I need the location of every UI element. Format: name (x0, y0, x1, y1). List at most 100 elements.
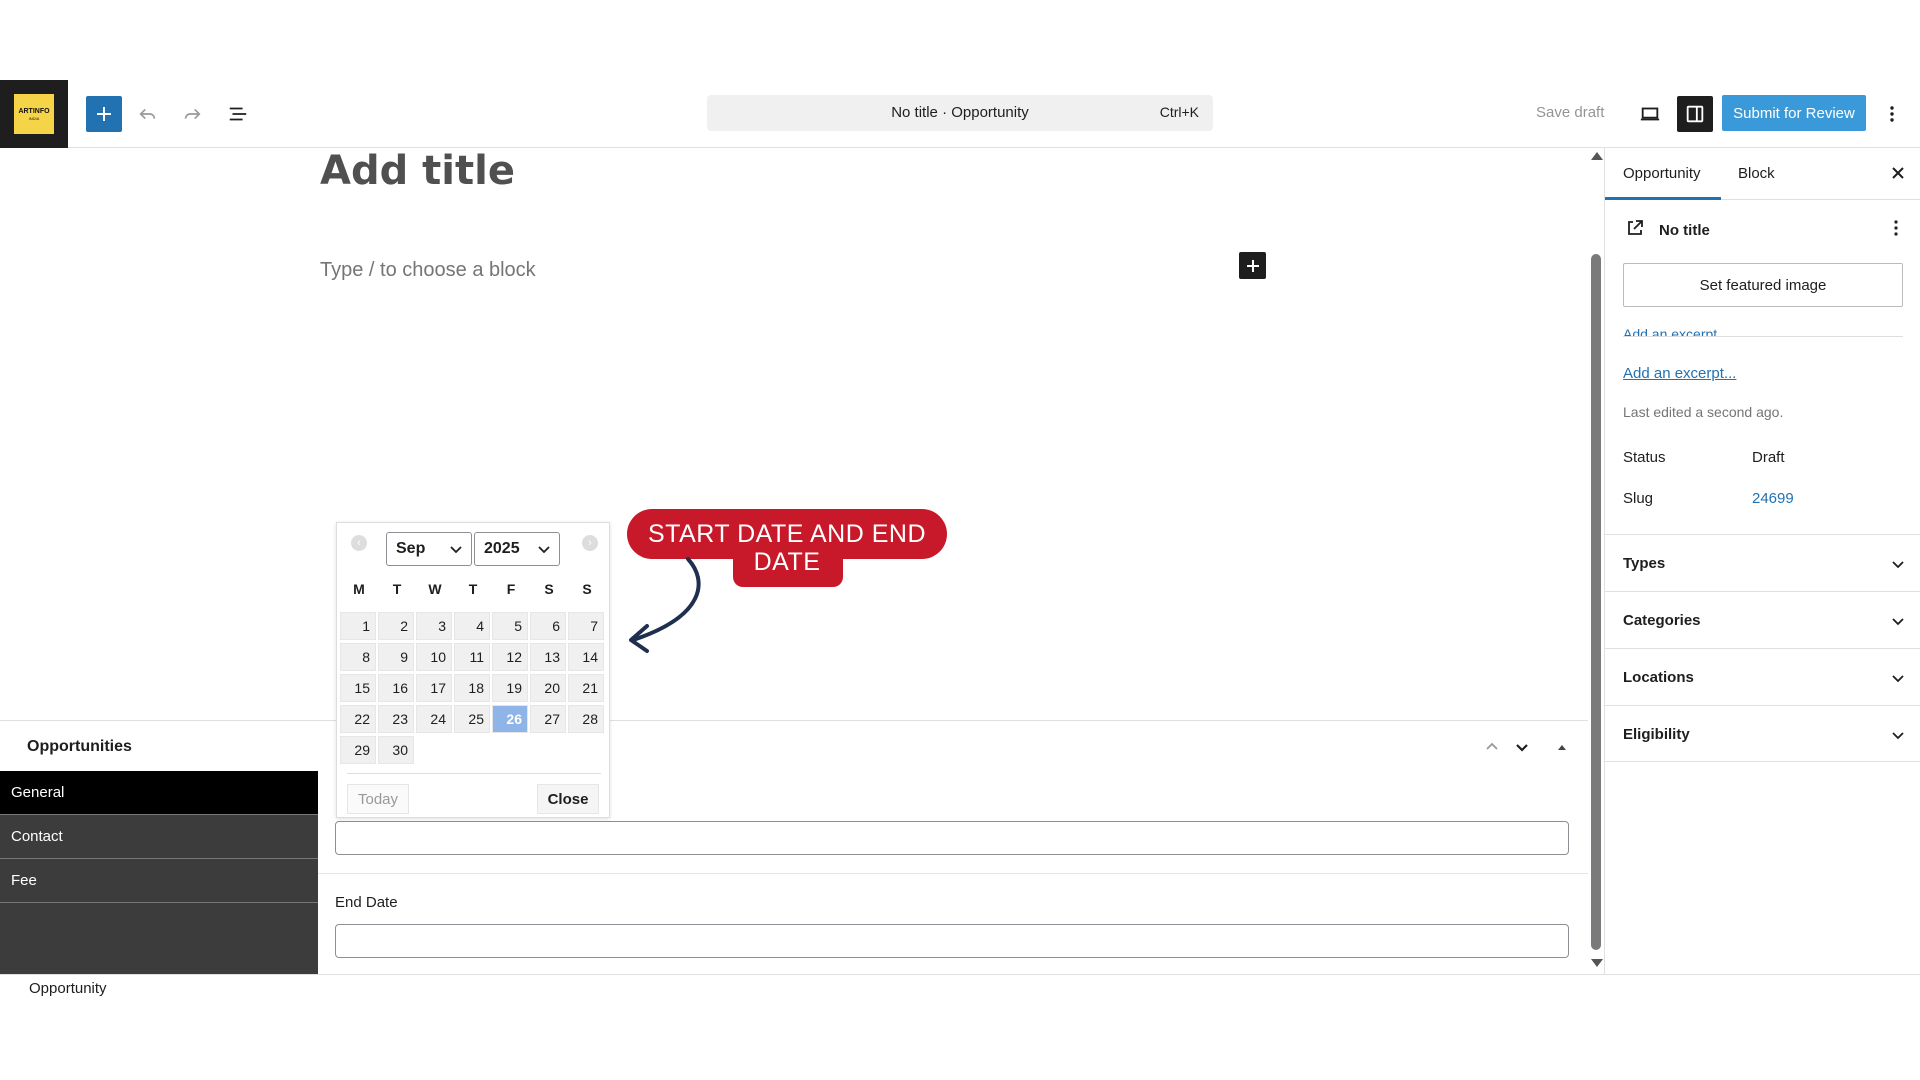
weekday-label: F (506, 581, 516, 597)
scroll-down-arrow[interactable] (1591, 959, 1603, 967)
calendar-day[interactable]: 15 (340, 674, 376, 702)
chevron-right-icon: › (588, 537, 592, 549)
next-month-button[interactable]: › (582, 535, 598, 551)
calendar-day[interactable]: 20 (530, 674, 566, 702)
calendar-day-selected[interactable]: 26 (492, 705, 528, 733)
add-excerpt-link[interactable]: Add an excerpt... (1623, 365, 1736, 382)
triangle-up-icon (1558, 745, 1566, 750)
calendar-day[interactable]: 28 (568, 705, 604, 733)
status-label: Status (1623, 449, 1666, 466)
block-appender[interactable]: Type / to choose a block (320, 259, 536, 282)
calendar-day[interactable]: 14 (568, 643, 604, 671)
metabox-tab-list: General Contact Fee (0, 771, 318, 975)
calendar-day[interactable]: 3 (416, 612, 452, 640)
scroll-up-arrow[interactable] (1591, 152, 1603, 160)
panel-types-label: Types (1623, 555, 1666, 572)
calendar-day[interactable]: 10 (416, 643, 452, 671)
chevron-down-icon (538, 546, 550, 554)
more-vertical-icon[interactable] (1886, 218, 1906, 238)
weekday-label: M (353, 581, 365, 597)
calendar-day[interactable]: 17 (416, 674, 452, 702)
calendar-day[interactable]: 4 (454, 612, 490, 640)
move-up-button[interactable] (1480, 735, 1504, 759)
calendar-day[interactable]: 16 (378, 674, 414, 702)
panel-locations-label: Locations (1623, 669, 1694, 686)
close-icon[interactable] (1889, 164, 1907, 182)
calendar-day[interactable]: 13 (530, 643, 566, 671)
tab-general[interactable]: General (0, 771, 318, 815)
panel-eligibility[interactable]: Eligibility (1605, 705, 1920, 762)
calendar-day[interactable]: 1 (340, 612, 376, 640)
post-title-input[interactable]: Add title (320, 148, 515, 194)
year-select[interactable]: 2025 (474, 532, 560, 566)
calendar-day[interactable]: 22 (340, 705, 376, 733)
calendar-day[interactable]: 19 (492, 674, 528, 702)
close-button[interactable]: Close (537, 784, 599, 814)
calendar-day[interactable]: 21 (568, 674, 604, 702)
preview-button[interactable] (1632, 96, 1668, 132)
document-overview-button[interactable] (220, 96, 256, 132)
slug-value[interactable]: 24699 (1752, 490, 1794, 507)
excerpt-field[interactable]: Add an excerpt (1623, 323, 1903, 337)
save-draft-button[interactable]: Save draft (1536, 104, 1604, 121)
panel-types[interactable]: Types (1605, 534, 1920, 591)
active-tab-indicator (1605, 197, 1721, 200)
calendar-day[interactable]: 30 (378, 736, 414, 764)
calendar-day[interactable]: 24 (416, 705, 452, 733)
redo-button[interactable] (174, 96, 210, 132)
canvas-scrollbar[interactable] (1588, 148, 1604, 972)
month-select[interactable]: Sep (386, 532, 472, 566)
calendar-day[interactable]: 27 (530, 705, 566, 733)
tab-contact[interactable]: Contact (0, 815, 318, 859)
calendar-day[interactable]: 6 (530, 612, 566, 640)
calendar-day[interactable]: 2 (378, 612, 414, 640)
scroll-thumb[interactable] (1591, 254, 1601, 950)
tab-fee[interactable]: Fee (0, 859, 318, 903)
calendar-day[interactable]: 7 (568, 612, 604, 640)
set-featured-image-button[interactable]: Set featured image (1623, 263, 1903, 307)
start-date-input[interactable] (335, 821, 1569, 855)
options-button[interactable] (1874, 96, 1910, 132)
block-inserter-button[interactable] (86, 96, 122, 132)
calendar-day[interactable]: 5 (492, 612, 528, 640)
chevron-down-icon (450, 546, 462, 554)
calendar-day[interactable]: 29 (340, 736, 376, 764)
tab-block[interactable]: Block (1738, 165, 1775, 182)
excerpt-clipped-text: Add an excerpt (1623, 326, 1718, 337)
prev-month-button[interactable]: ‹ (351, 535, 367, 551)
chevron-down-icon (1892, 732, 1904, 740)
submit-for-review-button[interactable]: Submit for Review (1722, 95, 1866, 131)
end-date-input[interactable] (335, 924, 1569, 958)
status-value[interactable]: Draft (1752, 449, 1785, 466)
calendar-day[interactable]: 11 (454, 643, 490, 671)
year-value: 2025 (484, 540, 520, 557)
editor-header: ARTINFO INDIA No title · Opportunity Ctr… (0, 80, 1920, 148)
calendar-day[interactable]: 8 (340, 643, 376, 671)
site-logo: ARTINFO INDIA (14, 94, 54, 134)
tab-opportunity[interactable]: Opportunity (1623, 165, 1701, 182)
breadcrumb[interactable]: Opportunity (29, 980, 107, 997)
panel-locations[interactable]: Locations (1605, 648, 1920, 705)
end-date-label: End Date (335, 894, 398, 911)
panel-eligibility-label: Eligibility (1623, 726, 1690, 743)
calendar-day[interactable]: 25 (454, 705, 490, 733)
calendar-day[interactable]: 12 (492, 643, 528, 671)
today-button[interactable]: Today (347, 784, 409, 814)
settings-toggle-button[interactable] (1677, 96, 1713, 132)
move-down-button[interactable] (1510, 735, 1534, 759)
chevron-up-icon (1486, 742, 1498, 750)
site-logo-button[interactable]: ARTINFO INDIA (0, 80, 68, 148)
undo-button[interactable] (130, 96, 166, 132)
weekday-label: W (428, 581, 442, 597)
panel-categories[interactable]: Categories (1605, 591, 1920, 648)
command-palette-bar[interactable]: No title · Opportunity Ctrl+K (707, 95, 1213, 131)
calendar-day[interactable]: 23 (378, 705, 414, 733)
calendar-day[interactable]: 9 (378, 643, 414, 671)
weekday-label: S (582, 581, 592, 597)
footer-divider (0, 974, 1920, 975)
list-view-icon (229, 107, 247, 121)
collapse-toggle-button[interactable] (1550, 735, 1574, 759)
calendar-day[interactable]: 18 (454, 674, 490, 702)
sidebar-tabs: Opportunity Block (1605, 148, 1920, 200)
add-block-button[interactable] (1239, 252, 1266, 279)
